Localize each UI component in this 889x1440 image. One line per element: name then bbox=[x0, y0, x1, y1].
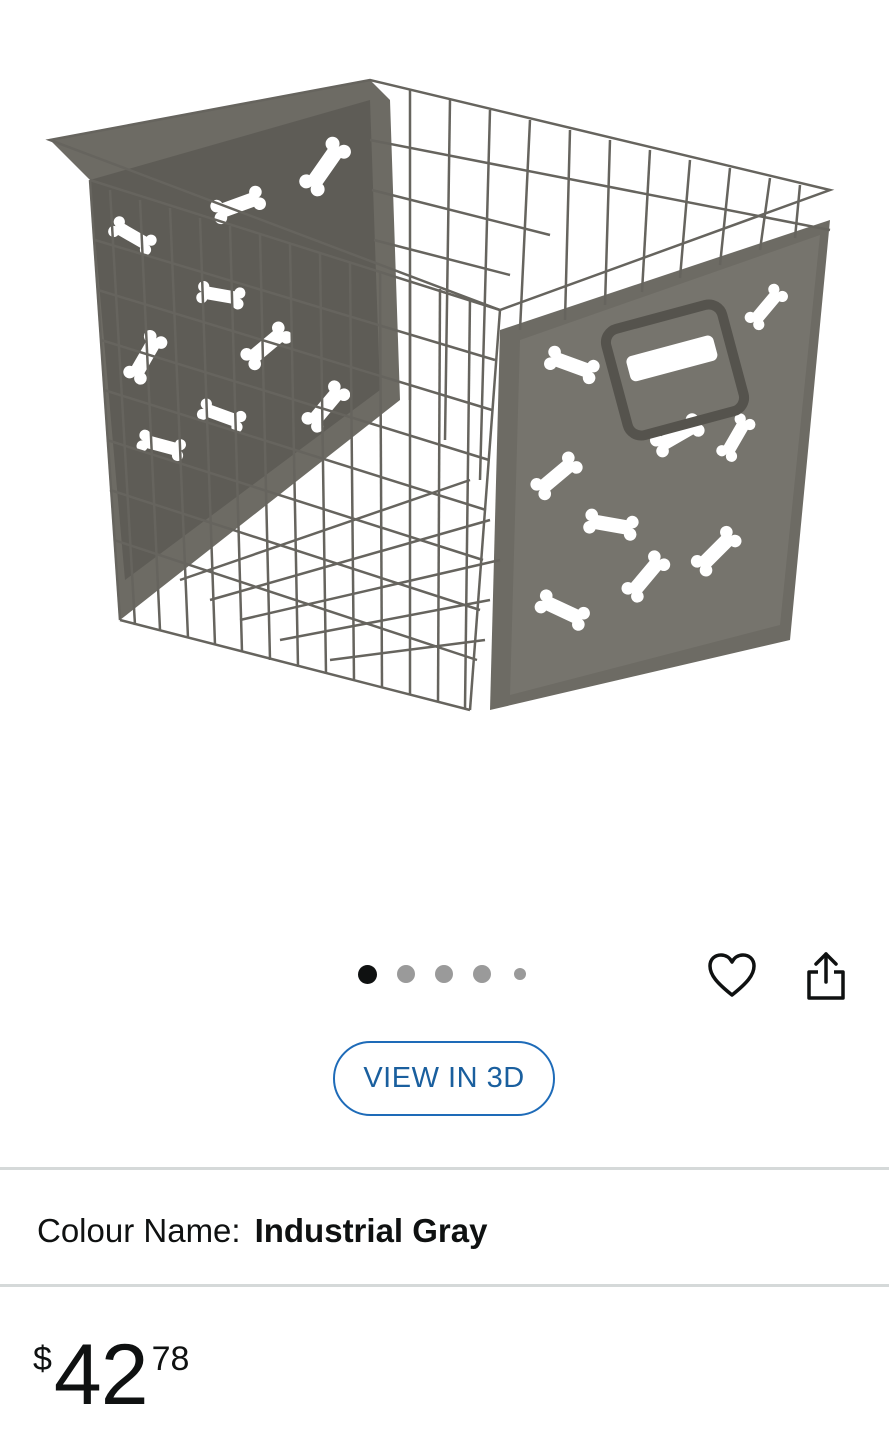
price-whole: 42 bbox=[53, 1327, 149, 1423]
price-fraction: 78 bbox=[151, 1340, 190, 1378]
heart-icon bbox=[708, 953, 756, 997]
divider bbox=[0, 1284, 889, 1287]
carousel-dots[interactable] bbox=[358, 964, 546, 984]
carousel-dot-5[interactable] bbox=[514, 968, 526, 980]
view-in-3d-button[interactable]: VIEW IN 3D bbox=[333, 1041, 555, 1116]
gallery-controls bbox=[0, 940, 889, 1020]
divider bbox=[0, 1167, 889, 1170]
colour-name-label: Colour Name: bbox=[37, 1212, 241, 1249]
price: $ 42 78 bbox=[33, 1330, 189, 1420]
share-button[interactable] bbox=[800, 948, 852, 1004]
product-image-gallery[interactable] bbox=[0, 0, 889, 940]
colour-name-value: Industrial Gray bbox=[254, 1212, 488, 1249]
carousel-dot-4[interactable] bbox=[473, 965, 491, 983]
carousel-dot-2[interactable] bbox=[397, 965, 415, 983]
product-image[interactable] bbox=[30, 60, 860, 740]
share-icon bbox=[807, 952, 845, 1000]
carousel-dot-3[interactable] bbox=[435, 965, 453, 983]
colour-name-row: Colour Name: Industrial Gray bbox=[37, 1212, 487, 1250]
carousel-dot-1[interactable] bbox=[358, 964, 377, 984]
price-currency: $ bbox=[33, 1340, 52, 1378]
wishlist-button[interactable] bbox=[706, 948, 758, 1004]
